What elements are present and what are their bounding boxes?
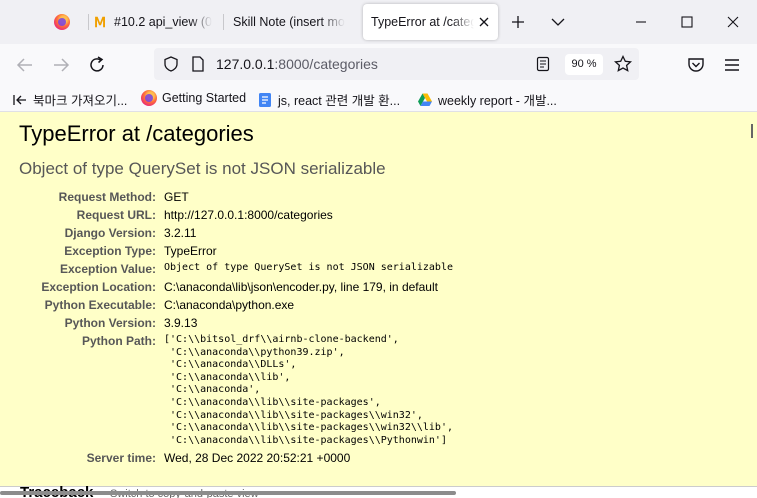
table-row: Exception Location: C:\anaconda\lib\json… <box>13 278 453 296</box>
url-host: 127.0.0.1 <box>216 56 275 72</box>
python-path-value: ['C:\\bitsol_drf\\airnb-clone-backend', … <box>164 332 453 449</box>
field-label: Request Method: <box>58 190 156 204</box>
page-info-icon[interactable] <box>189 55 207 73</box>
tab-title: Skill Note (insert mo <box>233 15 345 29</box>
table-row: Python Path: ['C:\\bitsol_drf\\airnb-clo… <box>13 332 453 449</box>
url-text[interactable]: 127.0.0.1:8000/categories <box>216 56 378 72</box>
field-label: Exception Location: <box>41 280 156 294</box>
reload-icon[interactable] <box>86 54 108 76</box>
python-path-line: 'C:\\anaconda\\lib', <box>164 371 291 383</box>
minimize-icon[interactable] <box>631 12 651 32</box>
import-icon <box>13 94 26 105</box>
close-window-icon[interactable] <box>723 12 743 32</box>
tab-api-view[interactable]: Ⅿ #10.2 api_view (0 <box>92 4 220 40</box>
field-value: TypeError <box>164 244 217 258</box>
python-path-line: 'C:\\anaconda\\lib\\site-packages\\win32… <box>164 409 423 421</box>
tab-title: TypeError at /categ <box>371 15 474 29</box>
field-label: Server time: <box>86 451 156 466</box>
tab-firefox-view[interactable] <box>42 4 82 40</box>
python-path-line: 'C:\\anaconda\\lib\\site-packages\\Pytho… <box>164 434 447 446</box>
vertical-scrollbar[interactable] <box>751 124 753 138</box>
field-label: Request URL: <box>76 208 156 222</box>
field-label: Python Version: <box>64 316 156 330</box>
docs-icon <box>259 92 271 107</box>
page-title: TypeError at /categories <box>19 121 254 146</box>
table-row: Exception Type: TypeError <box>13 242 453 260</box>
new-tab-icon[interactable] <box>508 12 528 32</box>
table-row: Server time: Wed, 28 Dec 2022 20:52:21 +… <box>13 449 453 467</box>
bookmark-js-react[interactable]: js, react 관련 개발 환... <box>257 90 400 109</box>
table-row: Python Executable: C:\anaconda\python.ex… <box>13 296 453 314</box>
table-row: Exception Value: Object of type QuerySet… <box>13 260 453 278</box>
tab-strip: Ⅿ #10.2 api_view (0 Skill Note (insert m… <box>0 0 757 44</box>
close-tab-icon[interactable] <box>476 14 492 30</box>
bookmark-label: js, react 관련 개발 환... <box>278 94 401 108</box>
field-label: Exception Value: <box>59 262 156 276</box>
tab-skill-note[interactable]: Skill Note (insert mo <box>228 4 354 40</box>
shield-icon[interactable] <box>162 55 180 73</box>
python-path-line: 'C:\\anaconda\\lib\\site-packages\\win32… <box>164 422 453 434</box>
table-row: Python Version: 3.9.13 <box>13 314 453 332</box>
tab-title: #10.2 api_view (0 <box>114 15 212 29</box>
field-label: Exception Type: <box>64 244 156 258</box>
zoom-level-button[interactable]: 90 % <box>565 54 603 75</box>
table-row: Request Method: GET <box>13 188 453 206</box>
horizontal-scrollbar[interactable] <box>0 491 456 495</box>
tab-typeerror-active[interactable]: TypeError at /categ <box>363 4 498 40</box>
bookmark-label: 북마크 가져오기... <box>33 94 128 108</box>
reader-view-icon[interactable] <box>534 55 552 73</box>
python-path-line: 'C:\\anaconda\\python39.zip', <box>164 346 345 358</box>
request-info-table: Request Method: GET Request URL: http://… <box>13 188 453 467</box>
field-value: http://127.0.0.1:8000/categories <box>164 208 333 222</box>
python-path-line: 'C:\\anaconda\\DLLs', <box>164 359 297 371</box>
table-row: Request URL: http://127.0.0.1:8000/categ… <box>13 206 453 224</box>
navigation-bar: 127.0.0.1:8000/categories 90 % <box>0 44 757 86</box>
python-path-line: ['C:\\bitsol_drf\\airnb-clone-backend', <box>164 334 399 345</box>
maximize-icon[interactable] <box>677 12 697 32</box>
menu-icon[interactable] <box>721 54 743 76</box>
exception-summary: Object of type QuerySet is not JSON seri… <box>19 159 386 178</box>
python-path-line: 'C:\\anaconda\\lib\\site-packages', <box>164 396 381 408</box>
back-icon[interactable] <box>14 54 36 76</box>
field-value: GET <box>164 190 189 204</box>
field-label: Django Version: <box>64 226 156 240</box>
chevron-down-icon[interactable] <box>548 12 568 32</box>
field-value: C:\anaconda\python.exe <box>164 298 295 312</box>
bookmark-import[interactable]: 북마크 가져오기... <box>12 90 127 109</box>
firefox-icon <box>141 90 157 106</box>
python-path-line: 'C:\\anaconda', <box>164 384 261 396</box>
pocket-icon[interactable] <box>685 54 707 76</box>
field-value: C:\anaconda\lib\json\encoder.py, line 17… <box>164 280 438 294</box>
bookmark-label: weekly report - 개발... <box>438 94 557 108</box>
tab-separator <box>223 14 224 30</box>
field-label: Python Executable: <box>44 298 156 312</box>
bookmark-getting-started[interactable]: Getting Started <box>141 90 246 106</box>
table-row: Django Version: 3.2.11 <box>13 224 453 242</box>
bookmark-weekly-report[interactable]: weekly report - 개발... <box>417 90 557 109</box>
bookmark-label: Getting Started <box>162 91 247 105</box>
django-error-page: TypeError at /categories Object of type … <box>0 112 757 498</box>
forward-icon[interactable] <box>50 54 72 76</box>
address-bar[interactable]: 127.0.0.1:8000/categories 90 % <box>154 48 639 80</box>
tab-separator <box>88 14 89 30</box>
field-label: Python Path: <box>82 334 156 348</box>
bookmarks-toolbar: 북마크 가져오기... Getting Started js, react 관련… <box>0 86 757 112</box>
firefox-icon <box>54 14 70 30</box>
url-path: :8000/categories <box>274 56 378 72</box>
field-value: Object of type QuerySet is not JSON seri… <box>164 262 453 273</box>
drive-icon <box>418 93 432 106</box>
field-value: 3.2.11 <box>164 226 197 240</box>
m-logo-icon: Ⅿ <box>93 14 107 30</box>
field-value: Wed, 28 Dec 2022 20:52:21 +0000 <box>164 451 351 466</box>
bookmark-star-icon[interactable] <box>613 54 633 74</box>
field-value: 3.9.13 <box>164 316 198 330</box>
